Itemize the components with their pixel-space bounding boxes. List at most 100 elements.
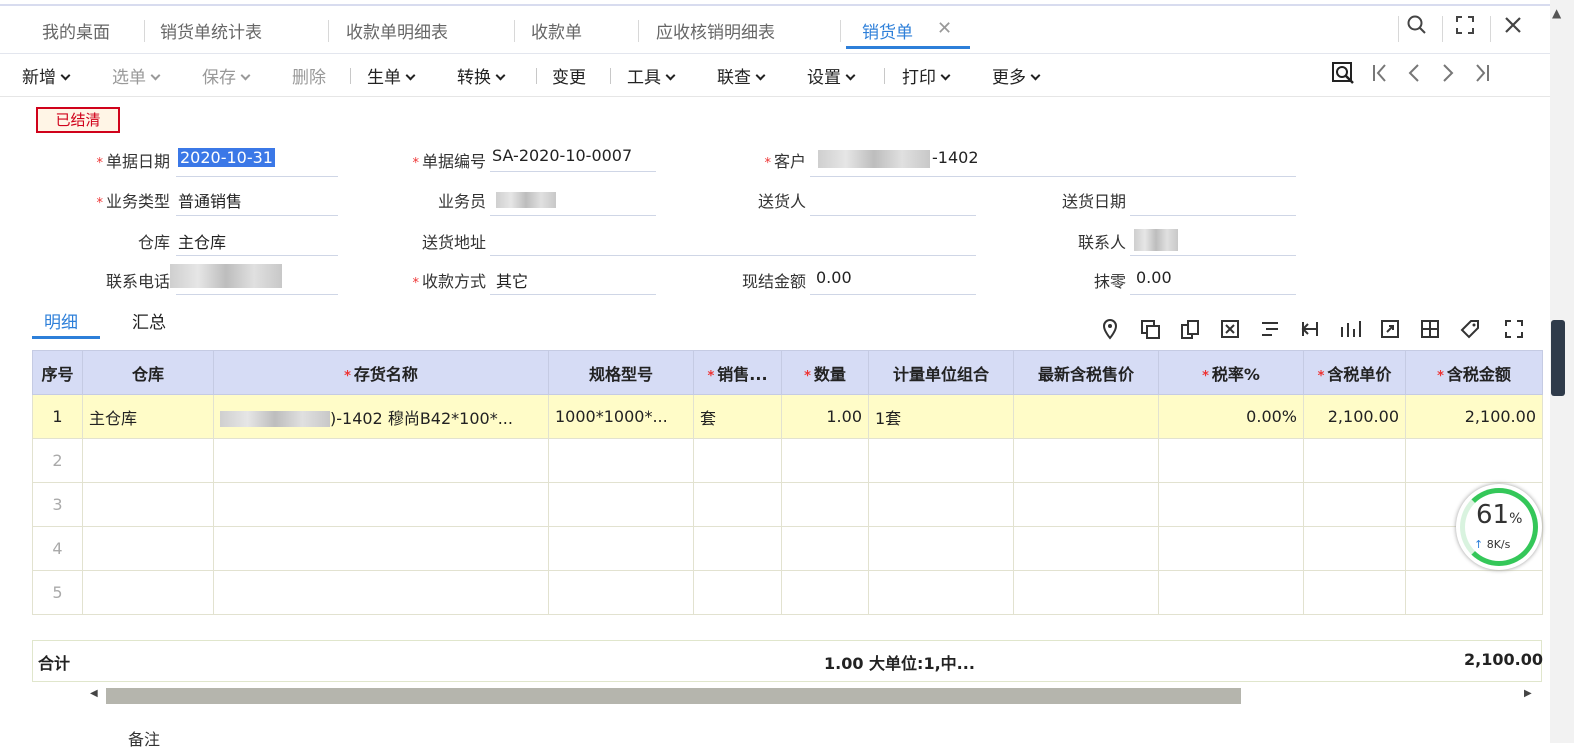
cell-sales-unit[interactable] <box>693 570 782 615</box>
close-icon[interactable]: ✕ <box>937 18 952 39</box>
biz-type-field[interactable]: 普通销售 <box>178 188 242 212</box>
cell-unit-group[interactable] <box>868 570 1014 615</box>
cell-amount[interactable]: 2,100.00 <box>1405 394 1543 439</box>
location-icon[interactable] <box>1098 318 1122 342</box>
next-record-icon[interactable] <box>1438 60 1458 92</box>
cell-item-name[interactable] <box>213 438 549 483</box>
first-record-icon[interactable] <box>1370 60 1390 92</box>
cell-unit-price[interactable] <box>1303 482 1406 527</box>
cell-tax-rate[interactable] <box>1158 526 1304 571</box>
inquiry-button[interactable]: 联查 <box>717 63 766 88</box>
tab-sales-order[interactable]: 销货单 <box>862 18 913 43</box>
cell-sales-unit[interactable]: 套 <box>693 394 782 439</box>
tab-receipt[interactable]: 收款单 <box>531 18 582 43</box>
col-header-amount[interactable]: * 含税金额 <box>1405 350 1543 395</box>
col-header-quantity[interactable]: * 数量 <box>781 350 869 395</box>
columns-icon[interactable] <box>1418 318 1442 342</box>
tab-summary[interactable]: 汇总 <box>132 308 166 333</box>
cell-spec[interactable] <box>548 482 694 527</box>
table-row[interactable]: 5 <box>32 570 1543 615</box>
side-panel-handle[interactable] <box>1551 320 1565 396</box>
chart-icon[interactable] <box>1338 318 1362 342</box>
cell-latest-price[interactable] <box>1013 394 1159 439</box>
warehouse-field[interactable]: 主仓库 <box>178 229 226 253</box>
cell-quantity[interactable] <box>781 482 869 527</box>
filter-icon[interactable] <box>1258 318 1282 342</box>
cell-amount[interactable] <box>1405 570 1543 615</box>
delete-row-icon[interactable] <box>1218 318 1242 342</box>
insert-row-icon[interactable] <box>1138 318 1162 342</box>
customer-field[interactable]: -1402 <box>932 148 979 167</box>
col-header-unit-price[interactable]: * 含税单价 <box>1303 350 1406 395</box>
convert-button[interactable]: 转换 <box>457 63 506 88</box>
cell-sales-unit[interactable] <box>693 438 782 483</box>
doc-date-field[interactable]: 2020-10-31 <box>178 148 275 167</box>
cell-warehouse[interactable]: 主仓库 <box>82 394 214 439</box>
payment-field[interactable]: 其它 <box>496 268 528 292</box>
cell-sales-unit[interactable] <box>693 526 782 571</box>
col-header-sales-unit[interactable]: * 销售... <box>693 350 782 395</box>
tab-detail[interactable]: 明细 <box>44 308 78 333</box>
tab-sales-stats[interactable]: 销货单统计表 <box>160 18 262 43</box>
cell-tax-rate[interactable] <box>1158 482 1304 527</box>
cell-item-name[interactable]: )-1402 穆尚B42*100*... <box>213 394 549 439</box>
settings-button[interactable]: 设置 <box>807 63 856 88</box>
table-row[interactable]: 1 主仓库 )-1402 穆尚B42*100*... 1000*1000*...… <box>32 394 1543 439</box>
more-button[interactable]: 更多 <box>992 63 1041 88</box>
cell-item-name[interactable] <box>213 570 549 615</box>
table-row[interactable]: 2 <box>32 438 1543 483</box>
close-window-icon[interactable] <box>1500 14 1526 42</box>
cell-unit-price[interactable] <box>1303 526 1406 571</box>
expand-grid-icon[interactable] <box>1502 318 1526 342</box>
split-icon[interactable] <box>1298 318 1322 342</box>
generate-button[interactable]: 生单 <box>367 63 416 88</box>
cell-spec[interactable] <box>548 438 694 483</box>
delete-button[interactable]: 删除 <box>292 63 326 88</box>
cell-unit-group[interactable] <box>868 526 1014 571</box>
cell-unit-price[interactable] <box>1303 570 1406 615</box>
cell-latest-price[interactable] <box>1013 526 1159 571</box>
cell-quantity[interactable] <box>781 438 869 483</box>
cell-spec[interactable] <box>548 570 694 615</box>
save-button[interactable]: 保存 <box>202 63 251 88</box>
col-header-latest-price[interactable]: 最新含税售价 <box>1013 350 1159 395</box>
col-header-warehouse[interactable]: 仓库 <box>82 350 214 395</box>
cell-unit-price[interactable]: 2,100.00 <box>1303 394 1406 439</box>
scroll-right-icon[interactable]: ▶ <box>1524 688 1532 699</box>
cell-quantity[interactable] <box>781 570 869 615</box>
col-header-unit-group[interactable]: 计量单位组合 <box>868 350 1014 395</box>
table-row[interactable]: 3 <box>32 482 1543 527</box>
cell-warehouse[interactable] <box>82 438 214 483</box>
change-button[interactable]: 变更 <box>552 63 586 88</box>
print-button[interactable]: 打印 <box>902 63 951 88</box>
cell-warehouse[interactable] <box>82 570 214 615</box>
scroll-left-icon[interactable]: ◀ <box>90 688 98 699</box>
table-row[interactable]: 4 <box>32 526 1543 571</box>
cell-unit-group[interactable]: 1套 <box>868 394 1014 439</box>
cell-tax-rate[interactable]: 0.00% <box>1158 394 1304 439</box>
cell-item-name[interactable] <box>213 526 549 571</box>
col-header-index[interactable]: 序号 <box>32 350 83 395</box>
cell-latest-price[interactable] <box>1013 482 1159 527</box>
cell-amount[interactable] <box>1405 438 1543 483</box>
col-header-tax-rate[interactable]: * 税率% <box>1158 350 1304 395</box>
prev-record-icon[interactable] <box>1404 60 1424 92</box>
scrollbar-thumb[interactable] <box>106 688 1241 704</box>
cell-unit-price[interactable] <box>1303 438 1406 483</box>
scroll-up-icon[interactable]: ▲ <box>1552 6 1561 20</box>
cell-unit-group[interactable] <box>868 482 1014 527</box>
rounding-field[interactable]: 0.00 <box>1136 268 1172 287</box>
find-record-icon[interactable] <box>1330 60 1356 92</box>
cell-latest-price[interactable] <box>1013 570 1159 615</box>
doc-no-field[interactable]: SA-2020-10-0007 <box>492 146 632 165</box>
cell-latest-price[interactable] <box>1013 438 1159 483</box>
tools-button[interactable]: 工具 <box>627 63 676 88</box>
export-icon[interactable] <box>1378 318 1402 342</box>
copy-row-icon[interactable] <box>1178 318 1202 342</box>
cash-amount-field[interactable]: 0.00 <box>816 268 852 287</box>
tab-receipt-detail[interactable]: 收款单明细表 <box>346 18 448 43</box>
cell-unit-group[interactable] <box>868 438 1014 483</box>
cell-spec[interactable] <box>548 526 694 571</box>
add-button[interactable]: 新增 <box>22 63 71 88</box>
search-icon[interactable] <box>1404 14 1430 42</box>
